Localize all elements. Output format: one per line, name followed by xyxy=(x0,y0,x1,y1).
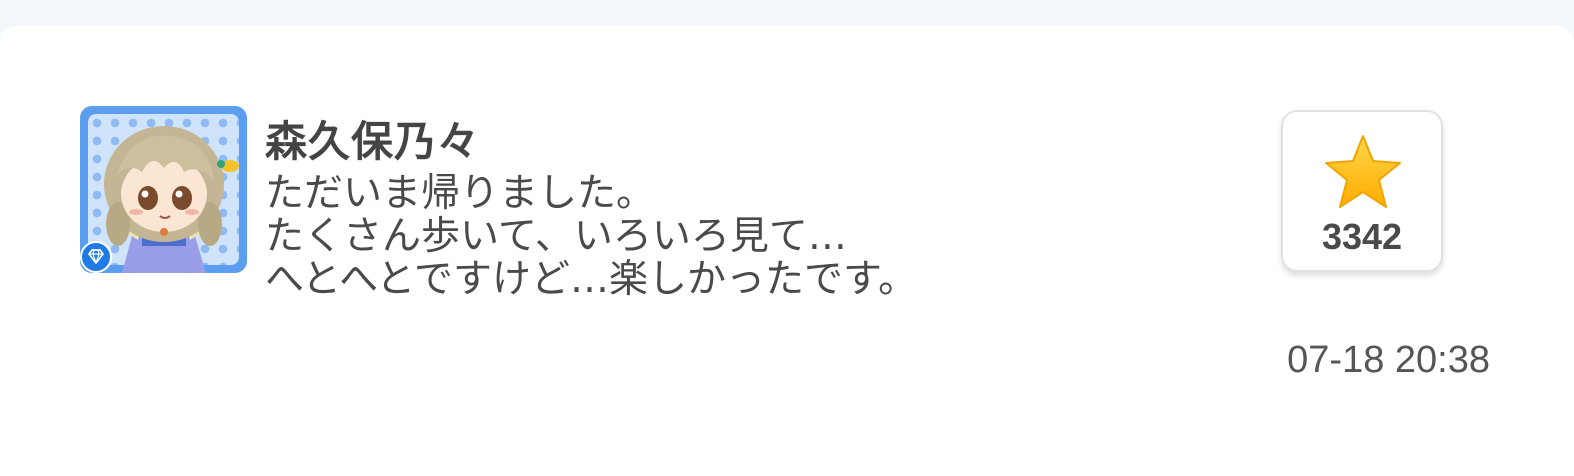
star-count: 3342 xyxy=(1321,216,1403,257)
post-card: 森久保乃々 ただいま帰りました。 たくさん歩いて、いろいろ見て… へとへとですけ… xyxy=(0,26,1574,476)
diamond-icon xyxy=(88,249,104,264)
star-icon xyxy=(1325,135,1401,208)
diamond-badge xyxy=(80,241,112,273)
post-timestamp: 07-18 20:38 xyxy=(1287,339,1490,381)
message-line: へとへとですけど…楽しかったです。 xyxy=(265,257,918,302)
message-line: たくさん歩いて、いろいろ見て… xyxy=(265,214,847,259)
post-message: ただいま帰りました。 たくさん歩いて、いろいろ見て… へとへとですけど…楽しかっ… xyxy=(265,172,917,301)
message-line: ただいま帰りました。 xyxy=(265,171,656,216)
star-button[interactable]: 3342 xyxy=(1281,110,1443,272)
avatar[interactable] xyxy=(80,106,247,273)
author-name[interactable]: 森久保乃々 xyxy=(265,108,480,169)
